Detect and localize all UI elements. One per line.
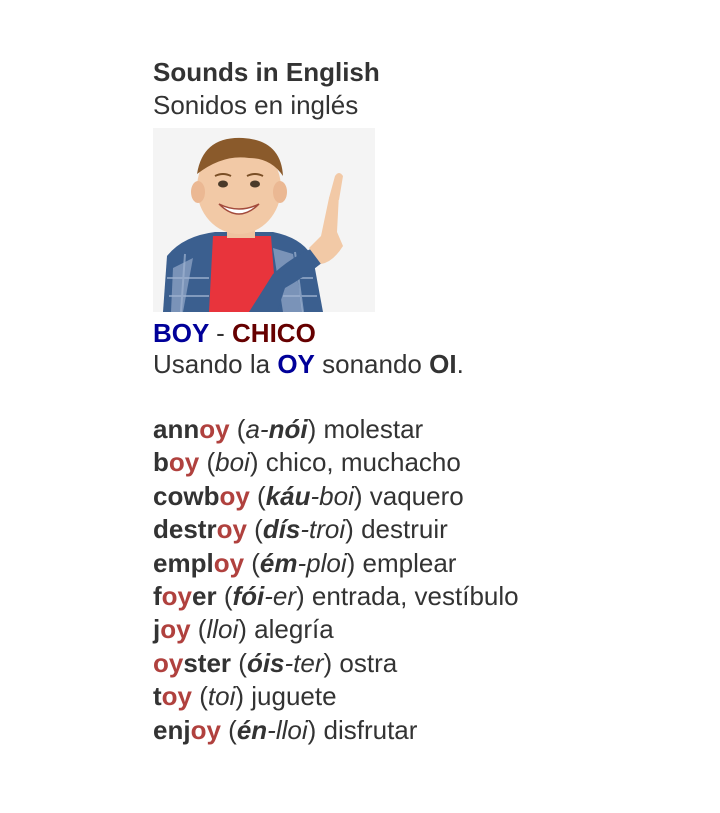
word-part-start: cowb — [153, 480, 220, 511]
english-word: destroy — [153, 514, 247, 544]
english-word: enjoy — [153, 715, 221, 745]
spanish-meaning: molestar — [323, 414, 424, 444]
pronunciation-stressed: nói — [268, 414, 308, 444]
pronunciation-prefix: a- — [245, 414, 269, 444]
spanish-meaning: ostra — [339, 647, 398, 678]
vocabulary-item: annoy (a-nói) molestar — [153, 414, 424, 444]
word-part-end: er — [192, 581, 217, 612]
spanish-meaning: destruir — [361, 514, 448, 545]
vocabulary-item: joy (lloi) alegría — [153, 614, 334, 645]
pronunciation: káu-boi — [266, 481, 354, 511]
english-word: joy — [153, 614, 191, 644]
vocabulary-item: cowboy (káu-boi) vaquero — [153, 480, 464, 511]
lesson-heading: BOY - CHICO — [153, 318, 693, 348]
usage-key-oi: OI — [429, 349, 457, 379]
pronunciation-stressed: én — [236, 714, 268, 745]
word-highlight-oy: oy — [216, 514, 247, 545]
english-word: foyer — [153, 581, 217, 611]
english-word: oyster — [153, 648, 231, 678]
pronunciation-rest: lloi — [206, 614, 239, 645]
pronunciation: lloi — [206, 614, 238, 644]
english-word: employ — [153, 548, 244, 578]
pronunciation: dís-troi — [263, 514, 345, 544]
word-part-start: ann — [153, 414, 200, 444]
english-word: annoy — [153, 414, 230, 444]
word-highlight-oy: oy — [213, 547, 245, 578]
pronunciation-rest: -lloi — [267, 714, 308, 745]
word-highlight-oy: oy — [161, 681, 193, 712]
pronunciation-stressed: fói — [232, 581, 265, 612]
usage-text-pre: Usando la — [153, 349, 278, 379]
usage-text-post: . — [456, 349, 464, 379]
spanish-meaning: juguete — [251, 681, 337, 712]
pronunciation: toi — [208, 681, 235, 711]
vocabulary-list: annoy (a-nói) molestar boy (boi) chico, m… — [153, 413, 693, 747]
lesson-content: Sounds in English Sonidos en inglés BOY … — [153, 56, 693, 747]
vocabulary-item: boy (boi) chico, muchacho — [153, 447, 461, 478]
pronunciation: óis-ter — [247, 648, 324, 678]
word-highlight-oy: oy — [168, 447, 200, 478]
heading-spanish: CHICO — [232, 318, 316, 348]
pronunciation-rest: -troi — [300, 514, 346, 545]
pronunciation-rest: boi — [215, 447, 250, 478]
pronunciation: a-nói — [245, 414, 307, 444]
pronunciation-rest: -ploi — [297, 547, 347, 578]
word-part-start: empl — [153, 547, 214, 578]
usage-text-mid: sonando — [314, 349, 430, 379]
spanish-meaning: vaquero — [369, 480, 464, 511]
word-highlight-oy: oy — [190, 714, 221, 745]
word-highlight-oy: oy — [153, 647, 184, 678]
word-highlight-oy: oy — [199, 414, 230, 444]
word-part-start: b — [153, 447, 169, 478]
pronunciation: ém-ploi — [260, 548, 347, 578]
spanish-meaning: chico, muchacho — [265, 447, 461, 478]
page-title: Sounds in English — [153, 57, 380, 87]
word-part-start: enj — [153, 714, 191, 745]
pronunciation: boi — [215, 447, 250, 477]
pronunciation-stressed: káu — [265, 480, 311, 511]
spanish-meaning: emplear — [362, 547, 457, 578]
boy-pointing-photo — [153, 128, 375, 312]
word-highlight-oy: oy — [161, 581, 193, 612]
pronunciation-rest: -boi — [310, 480, 354, 511]
pronunciation: fói-er — [232, 581, 296, 611]
word-part-start: destr — [153, 514, 217, 545]
vocabulary-item: destroy (dís-troi) destruir — [153, 514, 448, 545]
heading-separator: - — [216, 318, 225, 348]
word-highlight-oy: oy — [219, 480, 250, 511]
pronunciation-rest: -ter — [284, 647, 324, 678]
pronunciation: én-lloi — [237, 715, 308, 745]
usage-line: Usando la OY sonando OI. — [153, 348, 693, 380]
usage-key-oy: OY — [277, 349, 315, 379]
english-word: toy — [153, 681, 192, 711]
pronunciation-stressed: ém — [259, 547, 298, 578]
english-word: boy — [153, 447, 199, 477]
word-part-start: f — [153, 581, 162, 612]
page: Sounds in English Sonidos en inglés BOY … — [0, 0, 720, 813]
word-part-start: t — [153, 681, 162, 712]
spanish-meaning: alegría — [254, 614, 334, 645]
word-highlight-oy: oy — [160, 614, 191, 645]
page-subtitle: Sonidos en inglés — [153, 90, 359, 120]
word-part-end: ster — [183, 647, 232, 678]
heading-english: BOY — [153, 318, 209, 348]
spanish-meaning: entrada, vestíbulo — [311, 581, 519, 612]
pronunciation-stressed: óis — [246, 647, 285, 678]
pronunciation-rest: toi — [207, 681, 236, 712]
vocabulary-item: foyer (fói-er) entrada, vestíbulo — [153, 581, 519, 612]
vocabulary-item: toy (toi) juguete — [153, 681, 337, 712]
pronunciation-stressed: dís — [262, 514, 301, 545]
vocabulary-item: enjoy (én-lloi) disfrutar — [153, 714, 418, 745]
vocabulary-item: oyster (óis-ter) ostra — [153, 647, 398, 678]
vocabulary-item: employ (ém-ploi) emplear — [153, 547, 457, 578]
pronunciation-rest: -er — [264, 581, 297, 612]
spanish-meaning: disfrutar — [323, 714, 418, 745]
english-word: cowboy — [153, 481, 250, 511]
